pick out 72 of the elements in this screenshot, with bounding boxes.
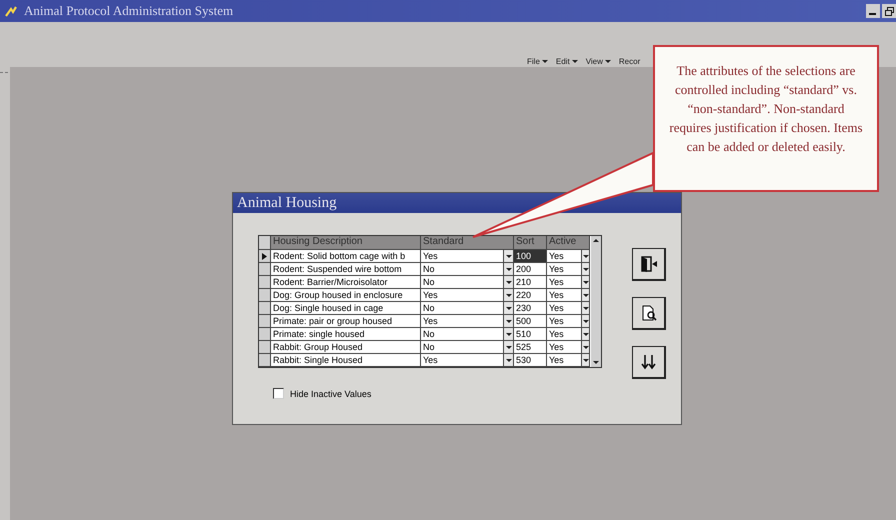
vertical-scrollbar[interactable]	[591, 236, 601, 367]
caret-icon	[506, 254, 512, 258]
caret-icon	[582, 332, 588, 336]
row-selector[interactable]	[259, 263, 271, 276]
table-cell: 200	[514, 263, 547, 276]
sort-button[interactable]	[632, 346, 666, 379]
menu-item[interactable]: Edit	[556, 57, 578, 66]
select-all-cell[interactable]	[259, 236, 271, 250]
table-cell: 500	[514, 315, 547, 328]
sort-arrows-icon	[640, 353, 658, 371]
caret-icon	[582, 306, 588, 310]
row-selector[interactable]	[259, 250, 271, 263]
scroll-down-icon	[593, 361, 599, 364]
column-header[interactable]: Standard	[421, 236, 514, 250]
caret-icon	[582, 294, 588, 296]
document-magnifier-icon	[640, 304, 658, 322]
print-preview-button[interactable]	[632, 297, 666, 330]
exit-button[interactable]	[632, 248, 666, 281]
table-cell: Rabbit: Single Housed	[271, 354, 421, 367]
table-cell: Dog: Single housed in cage	[271, 302, 421, 315]
row-selector[interactable]	[259, 276, 271, 289]
caret-icon	[506, 358, 512, 362]
table-cell: 210	[514, 276, 547, 289]
table-cell: Primate: pair or group housed	[271, 315, 421, 328]
table-cell: Dog: Group housed in enclosure	[271, 289, 421, 302]
table-cell: 220	[514, 289, 547, 302]
checkbox-label: Hide Inactive Values	[290, 388, 372, 398]
table-cell: 230	[514, 302, 547, 315]
caret-icon	[506, 320, 512, 322]
caret-icon	[506, 346, 512, 348]
row-selector[interactable]	[259, 328, 271, 341]
caret-icon	[582, 320, 588, 322]
table-cell: 510	[514, 328, 547, 341]
row-selector[interactable]	[259, 302, 271, 315]
checkbox[interactable]	[273, 388, 284, 399]
table-cell: Rabbit: Group Housed	[271, 341, 421, 354]
caret-icon	[506, 268, 512, 270]
table-cell: Rodent: Solid bottom cage with b	[271, 250, 421, 263]
door-icon	[640, 255, 658, 273]
dialog-title: Animal Housing	[237, 194, 337, 212]
column-header[interactable]: Active	[547, 236, 590, 250]
column-header[interactable]: Housing Description	[271, 236, 421, 250]
caret-icon	[582, 346, 588, 348]
restore-icon	[884, 6, 894, 16]
row-selector[interactable]	[259, 315, 271, 328]
menu-item[interactable]: View	[586, 57, 611, 66]
table-cell: 525	[514, 341, 547, 354]
column-header[interactable]: Sort	[514, 236, 547, 250]
caret-icon	[582, 268, 588, 270]
caret-icon	[506, 332, 512, 336]
window-title: Animal Protocol Administration System	[24, 3, 234, 19]
row-selector[interactable]	[259, 354, 271, 367]
table-cell: Rodent: Suspended wire bottom	[271, 263, 421, 276]
caret-icon	[582, 280, 588, 284]
row-selector[interactable]	[259, 341, 271, 354]
menu-item[interactable]: Recor	[618, 57, 640, 66]
menu-item[interactable]: File	[527, 57, 548, 66]
caret-icon	[582, 254, 588, 258]
callout-box: The attributes of the selections are controlled including “standard” vs. “non-standard”. Non-standard requires justification if chosen. Items can be added or deleted easily.	[653, 45, 879, 192]
caret-icon	[506, 294, 512, 296]
table-cell: 100	[514, 250, 547, 263]
caret-icon	[506, 280, 512, 284]
caret-icon	[582, 358, 588, 362]
table-cell: 530	[514, 354, 547, 367]
app-icon	[4, 4, 18, 18]
table-cell: Primate: single housed	[271, 328, 421, 341]
caret-icon	[506, 306, 512, 310]
row-selector[interactable]	[259, 289, 271, 302]
minimize-button[interactable]	[866, 4, 880, 18]
table-cell: Rodent: Barrier/Microisolator	[271, 276, 421, 289]
restore-button[interactable]	[882, 4, 896, 18]
record-pointer-icon	[262, 252, 267, 260]
